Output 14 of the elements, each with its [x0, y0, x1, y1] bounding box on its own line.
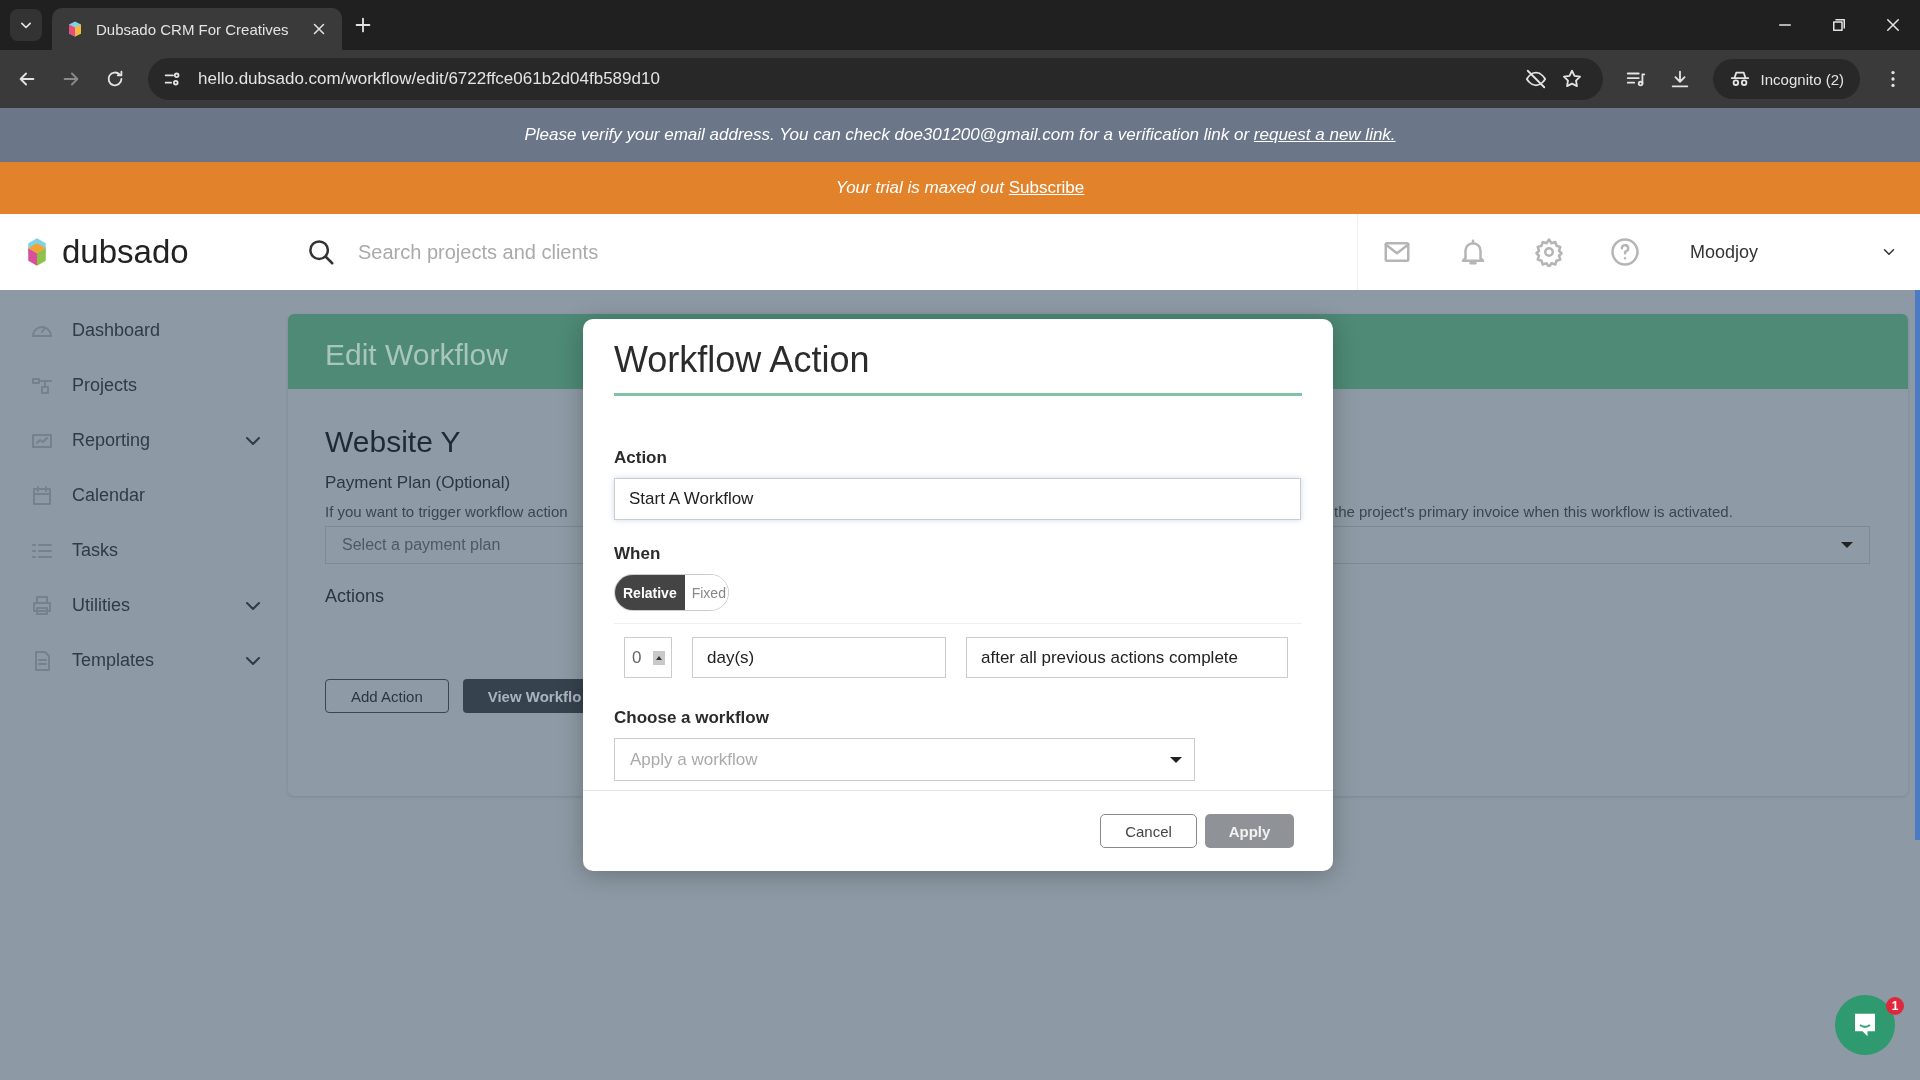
field-label: Action [614, 448, 668, 468]
dialog-title: Workflow Action [614, 339, 1302, 396]
section-label: Actions [325, 586, 385, 607]
banner-message: Your trial is maxed out Subscribe [835, 178, 1085, 198]
help-text: the project's primary invoice when this workflow is activated. [1334, 503, 1734, 520]
url-text: hello.dubsado.com/workflow/edit/6722ffce061b2d04fb589d10 [198, 69, 660, 89]
field-label: Payment Plan (Optional) [325, 473, 512, 493]
field-label: When [614, 544, 662, 564]
tab-title: Dubsado CRM For Creatives [96, 20, 290, 38]
notification-badge: 1 [1886, 997, 1904, 1015]
workflow-name: Website Y [325, 425, 461, 459]
logo-text: dubsado [62, 233, 189, 271]
banner-message: Please verify your email address. You can check doe301200@gmail.com for a verification link or request a new link. [524, 125, 1396, 145]
help-text: If you want to trigger workflow action [325, 503, 569, 520]
